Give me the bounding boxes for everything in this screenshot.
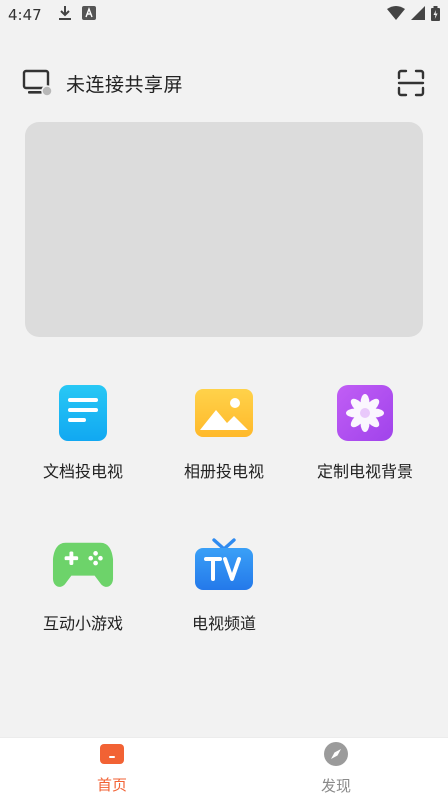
feature-label: 相册投电视 bbox=[183, 462, 264, 481]
home-icon bbox=[99, 742, 125, 770]
feature-mini-games[interactable]: 互动小游戏 bbox=[18, 534, 148, 654]
nav-home[interactable]: 首页 bbox=[0, 738, 224, 798]
header: 未连接共享屏 bbox=[22, 64, 426, 102]
scan-button[interactable] bbox=[396, 68, 426, 98]
feature-label: 互动小游戏 bbox=[42, 614, 123, 633]
page-title: 未连接共享屏 bbox=[66, 73, 184, 96]
nav-discover[interactable]: 发现 bbox=[224, 738, 448, 798]
download-icon bbox=[58, 5, 72, 25]
scan-icon bbox=[397, 69, 425, 97]
status-time: 4:47 bbox=[8, 6, 42, 24]
feature-document-cast[interactable]: 文档投电视 bbox=[18, 382, 148, 502]
feature-photo-cast[interactable]: 相册投电视 bbox=[159, 382, 289, 502]
signal-icon bbox=[411, 6, 425, 24]
feature-label: 电视频道 bbox=[191, 614, 256, 633]
banner[interactable] bbox=[25, 122, 423, 337]
photo-icon bbox=[193, 382, 255, 444]
feature-custom-background[interactable]: 定制电视背景 bbox=[300, 382, 430, 502]
tv-disconnected-icon[interactable] bbox=[22, 68, 54, 98]
nav-discover-label: 发现 bbox=[320, 776, 351, 795]
document-icon bbox=[52, 382, 114, 444]
feature-label: 定制电视背景 bbox=[316, 462, 413, 481]
feature-tv-channels[interactable]: 电视频道 bbox=[159, 534, 289, 654]
feature-label: 文档投电视 bbox=[42, 462, 123, 481]
battery-icon bbox=[431, 5, 440, 25]
wifi-icon bbox=[387, 6, 405, 24]
status-bar: 4:47 bbox=[0, 0, 448, 30]
compass-icon bbox=[323, 741, 349, 771]
flower-icon bbox=[334, 382, 396, 444]
nav-home-label: 首页 bbox=[96, 775, 127, 794]
gamepad-icon bbox=[52, 534, 114, 596]
a-notification-icon bbox=[81, 6, 96, 24]
bottom-nav: 首页 发现 bbox=[0, 737, 448, 798]
tv-channel-icon bbox=[193, 534, 255, 596]
